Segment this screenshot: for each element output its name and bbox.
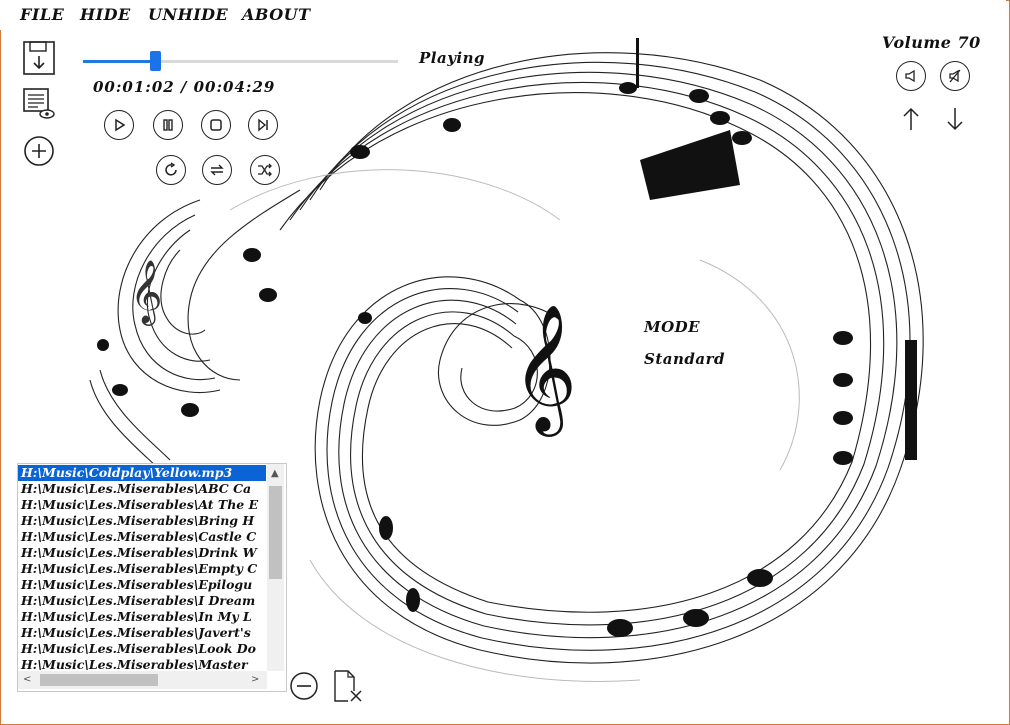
- svg-text:𝄞: 𝄞: [512, 303, 577, 437]
- remove-circle-icon[interactable]: [289, 671, 319, 701]
- playlist-item[interactable]: H:\Music\Les.Miserables\I Dream: [18, 593, 281, 609]
- progress-fill: [83, 60, 156, 63]
- arrow-down-icon: [947, 108, 963, 131]
- vertical-scroll-thumb[interactable]: [269, 486, 282, 579]
- pause-button[interactable]: [153, 110, 183, 140]
- playlist-item[interactable]: H:\Music\Les.Miserables\Javert's: [18, 625, 281, 641]
- playlist-item[interactable]: H:\Music\Les.Miserables\ABC Ca: [18, 481, 281, 497]
- arrow-up-icon: [903, 107, 919, 130]
- next-track-icon: [258, 118, 268, 132]
- menu-bar: FILE HIDE UNHIDE ABOUT: [0, 0, 1006, 30]
- playlist-item[interactable]: H:\Music\Les.Miserables\In My L: [18, 609, 281, 625]
- horizontal-scroll-thumb[interactable]: [40, 674, 158, 686]
- add-circle-icon[interactable]: [23, 135, 55, 167]
- mute-button[interactable]: [940, 61, 970, 91]
- mute-icon: [949, 69, 961, 83]
- playlist-vertical-scrollbar[interactable]: ▲: [267, 464, 284, 671]
- play-icon: [115, 118, 126, 132]
- menu-file[interactable]: FILE: [20, 5, 64, 24]
- pause-icon: [163, 119, 173, 131]
- repeat-icon: [165, 162, 177, 176]
- list-view-icon[interactable]: [22, 87, 56, 121]
- volume-down-button[interactable]: [896, 61, 926, 91]
- playlist-item[interactable]: H:\Music\Les.Miserables\At The E: [18, 497, 281, 513]
- playback-status: Playing: [419, 49, 486, 67]
- shuffle-icon: [258, 163, 272, 177]
- scroll-right-icon[interactable]: >: [251, 674, 259, 685]
- stop-button[interactable]: [201, 110, 231, 140]
- clear-list-icon[interactable]: [332, 669, 364, 703]
- play-button[interactable]: [104, 110, 134, 140]
- progress-slider[interactable]: [83, 51, 398, 71]
- shuffle-button[interactable]: [250, 155, 280, 185]
- svg-text:𝄞: 𝄞: [130, 259, 163, 326]
- menu-about[interactable]: ABOUT: [242, 5, 311, 24]
- volume-label: Volume 70: [882, 33, 981, 52]
- save-download-icon[interactable]: [22, 40, 56, 76]
- playlist[interactable]: H:\Music\Coldplay\Yellow.mp3 H:\Music\Les…: [17, 463, 287, 692]
- playlist-item[interactable]: H:\Music\Coldplay\Yellow.mp3: [18, 465, 266, 481]
- menu-unhide[interactable]: UNHIDE: [148, 5, 228, 24]
- playlist-item[interactable]: H:\Music\Les.Miserables\Castle C: [18, 529, 281, 545]
- playlist-item[interactable]: H:\Music\Les.Miserables\Bring H: [18, 513, 281, 529]
- mode-title: MODE: [644, 318, 701, 336]
- scroll-up-icon[interactable]: ▲: [271, 468, 279, 479]
- playlist-item[interactable]: H:\Music\Les.Miserables\Epilogu: [18, 577, 281, 593]
- mode-value: Standard: [644, 350, 725, 368]
- scroll-left-icon[interactable]: <: [23, 674, 31, 685]
- loop-button[interactable]: [202, 155, 232, 185]
- arrow-up-button[interactable]: [900, 106, 922, 132]
- repeat-button[interactable]: [156, 155, 186, 185]
- playlist-item[interactable]: H:\Music\Les.Miserables\Empty C: [18, 561, 281, 577]
- progress-thumb[interactable]: [150, 51, 162, 71]
- next-track-button[interactable]: [248, 110, 278, 140]
- arrow-down-button[interactable]: [944, 106, 966, 132]
- playlist-item[interactable]: H:\Music\Les.Miserables\Drink W: [18, 545, 281, 561]
- menu-hide[interactable]: HIDE: [80, 5, 131, 24]
- playlist-item[interactable]: H:\Music\Les.Miserables\Look Do: [18, 641, 281, 657]
- loop-icon: [210, 164, 224, 176]
- time-display: 00:01:02 / 00:04:29: [93, 78, 276, 96]
- stop-icon: [210, 119, 222, 131]
- volume-down-icon: [905, 69, 915, 83]
- playlist-horizontal-scrollbar[interactable]: < >: [18, 671, 267, 689]
